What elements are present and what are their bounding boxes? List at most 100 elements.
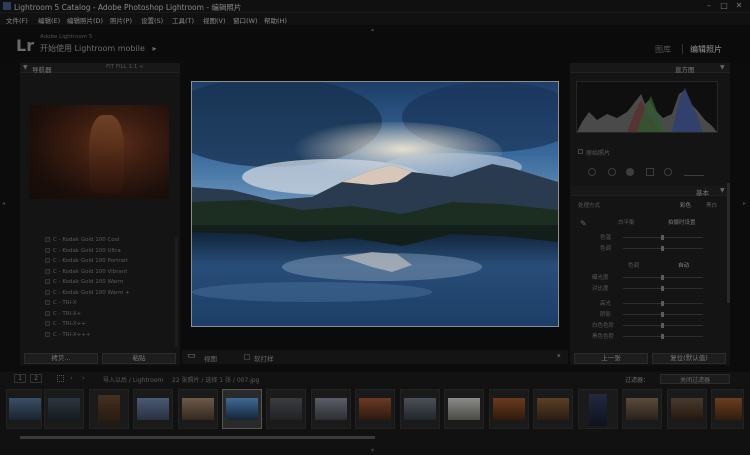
minimize-button[interactable]: – [703,1,715,11]
zoom-controls[interactable]: FIT FILL 1:1 ÷ [106,64,144,70]
right-scrollbar[interactable] [727,183,730,303]
original-photo-label: 原始照片 [586,150,611,157]
wb-dropdown[interactable]: 拍摄时设置 [668,218,696,226]
histogram-header[interactable]: 直方图 ▼ [570,63,730,74]
soft-proof-checkbox[interactable] [244,354,250,360]
menu-settings[interactable]: 设置(S) [141,15,163,25]
preset-item[interactable]: C - Kodak Gold 100 Warm + [45,289,130,296]
page2-button[interactable]: 2 [30,374,42,383]
blacks-knob[interactable] [661,334,664,339]
menu-edit[interactable]: 编辑(E) [38,15,60,25]
crop-tool-icon[interactable] [588,168,596,176]
highlights-knob[interactable] [661,301,664,306]
preset-item[interactable]: C - Kodak Gold 100 Warm [45,279,123,285]
module-library[interactable]: 图库 [655,44,671,55]
copy-button[interactable]: 拷贝... [24,353,98,364]
preset-item[interactable]: C - TRI-X++ [45,321,86,327]
shadows-knob[interactable] [661,312,664,317]
preset-icon [45,247,50,253]
color-option[interactable]: 彩色 [680,201,691,209]
film-thumbnail[interactable] [622,389,662,429]
original-checkbox-icon[interactable] [578,149,583,154]
grid-view-icon[interactable] [57,375,64,382]
film-thumbnail[interactable] [667,389,707,429]
film-thumbnail[interactable] [266,389,306,429]
filter-dropdown[interactable]: 关闭过滤器 [660,374,730,384]
loupe-view-icon[interactable]: ▭ [187,351,196,361]
maximize-button[interactable]: □ [718,1,730,11]
film-thumbnail[interactable] [6,389,42,429]
highlights-label: 高光 [600,301,612,307]
menu-photo[interactable]: 照片(P) [110,15,132,25]
navigator-preview[interactable] [29,105,169,199]
film-thumbnail[interactable] [444,389,484,429]
module-separator [682,44,683,54]
back-arrow-icon[interactable]: ‹ [70,374,73,382]
filmstrip-bar: 1 2 ‹ › 导入以后 / Lightroom 22 张照片 / 选择 1 张… [0,372,750,386]
right-panel-toggle-icon[interactable]: ▸ [743,200,746,207]
adjustment-brush-icon[interactable] [684,168,704,176]
forward-arrow-icon[interactable]: › [82,374,85,382]
film-thumbnail[interactable] [311,389,351,429]
film-thumbnail[interactable] [355,389,395,429]
preset-item[interactable]: C - TRI-X [45,300,77,306]
module-develop[interactable]: 编辑照片 [690,44,722,55]
film-thumbnail[interactable] [133,389,173,429]
whites-knob[interactable] [661,323,664,328]
eyedropper-icon[interactable]: ✎ [580,219,587,228]
left-scrollbar[interactable] [175,237,178,347]
bw-option[interactable]: 黑白 [706,201,717,209]
histogram-title: 直方图 [675,66,695,74]
film-thumbnail[interactable] [489,389,529,429]
preset-item[interactable]: C - TRI-X+ [45,310,81,317]
menu-view[interactable]: 视图(V) [203,15,226,25]
preset-item[interactable]: C - Kodak Gold 100 Vibrant [45,268,127,275]
film-thumbnail[interactable] [44,389,84,429]
auto-tone-button[interactable]: 自动 [678,261,689,269]
red-eye-icon[interactable] [626,168,634,176]
histogram[interactable] [576,81,718,133]
menu-window[interactable]: 窗口(W) [233,15,258,25]
toolbar-menu-icon[interactable]: ▾ [557,352,561,360]
preset-item[interactable]: C - Kodak Gold 100 Portrait [45,258,128,264]
soft-proof-label[interactable]: 软打样 [254,353,274,363]
preset-item[interactable]: C - TRI-X+++ [45,331,90,338]
film-thumbnail[interactable] [533,389,573,429]
temp-knob[interactable] [661,235,664,240]
preset-item[interactable]: C - Kodak Gold 100 Cool [45,237,120,243]
menu-tools[interactable]: 工具(T) [172,15,194,25]
collapse-top-icon[interactable]: ▴ [371,26,374,33]
reset-button[interactable]: 复位(默认值) [652,353,726,364]
spot-removal-icon[interactable] [608,168,616,176]
temp-label: 色温 [600,235,612,241]
mobile-promo[interactable]: 开始使用 Lightroom mobile ▸ [40,43,156,54]
basic-header[interactable]: 基本 ▼ [570,186,730,197]
exposure-knob[interactable] [661,275,664,280]
navigator-header[interactable]: ▼ 导航器 FIT FILL 1:1 ÷ [20,63,180,74]
film-thumbnail-selected[interactable] [222,389,262,429]
filmstrip-scrollbar[interactable] [20,436,375,439]
menu-help[interactable]: 帮助(H) [264,15,287,25]
previous-button[interactable]: 上一张 [574,353,648,364]
film-thumbnail[interactable] [578,389,618,429]
preset-item[interactable]: C - Kodak Gold 100 Ultra [45,247,121,254]
film-thumbnail[interactable] [89,389,129,429]
main-photo[interactable] [191,81,559,327]
contrast-knob[interactable] [661,286,664,291]
page1-button[interactable]: 1 [14,374,26,383]
source-path[interactable]: 导入以后 / Lightroom [103,375,163,384]
film-thumbnail[interactable] [400,389,440,429]
film-thumbnail[interactable] [711,389,744,429]
paste-button[interactable]: 粘贴 [102,353,176,364]
left-panel-toggle-icon[interactable]: ◂ [2,200,5,207]
thumb-image [589,394,607,426]
menu-file[interactable]: 文件(F) [6,15,28,25]
radial-filter-icon[interactable] [664,168,672,176]
film-thumbnail[interactable] [178,389,218,429]
before-after-label[interactable]: 视图 [204,353,217,363]
close-button[interactable]: ✕ [733,1,745,11]
menu-develop[interactable]: 编辑照片(D) [67,15,103,25]
graduated-filter-icon[interactable] [646,168,654,176]
collapse-bottom-icon[interactable]: ▾ [371,447,374,454]
tint-knob[interactable] [661,246,664,251]
